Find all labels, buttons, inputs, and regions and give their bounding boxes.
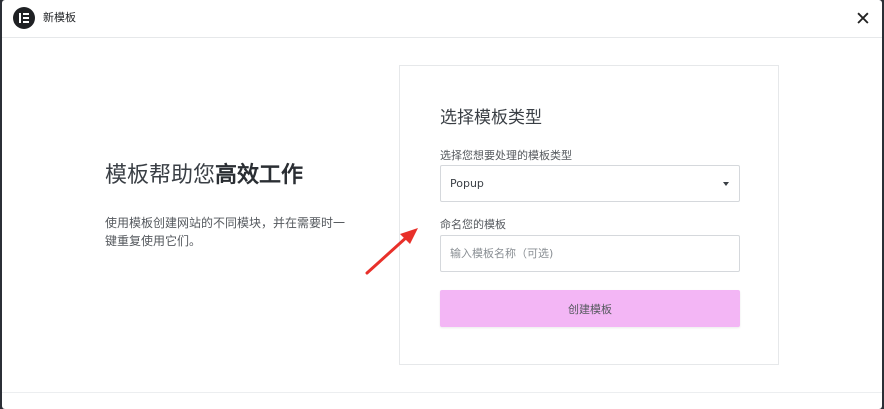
red-arrow-icon	[365, 228, 418, 275]
intro-heading-bold: 高效工作	[215, 163, 304, 188]
intro-description: 使用模板创建网站的不同模块，并在需要时一键重复使用它们。	[105, 216, 346, 248]
create-template-button[interactable]: 创建模板	[440, 290, 740, 327]
template-form-card: 选择模板类型 选择您想要处理的模板类型 Popup 命名您的模板 创建模板	[399, 65, 779, 365]
intro-heading: 模板帮助您高效工作	[105, 160, 303, 192]
template-type-label: 选择您想要处理的模板类型	[440, 149, 572, 162]
template-type-value: Popup	[450, 177, 484, 190]
template-name-label: 命名您的模板	[440, 218, 506, 231]
dialog-header: 新模板 ✕	[2, 0, 882, 38]
template-type-select[interactable]: Popup	[440, 165, 740, 202]
template-name-input[interactable]	[440, 235, 740, 272]
new-template-dialog: 新模板 ✕ 模板帮助您高效工作 使用模板创建网站的不同模块，并在需要时一键重复使…	[2, 0, 882, 409]
intro-heading-prefix: 模板帮助您	[105, 163, 216, 188]
elementor-logo-icon	[13, 7, 35, 29]
dialog-footer-divider	[2, 392, 882, 393]
form-title: 选择模板类型	[440, 108, 542, 128]
caret-down-icon	[723, 182, 729, 186]
dialog-title: 新模板	[43, 11, 76, 24]
close-icon[interactable]: ✕	[852, 8, 874, 30]
